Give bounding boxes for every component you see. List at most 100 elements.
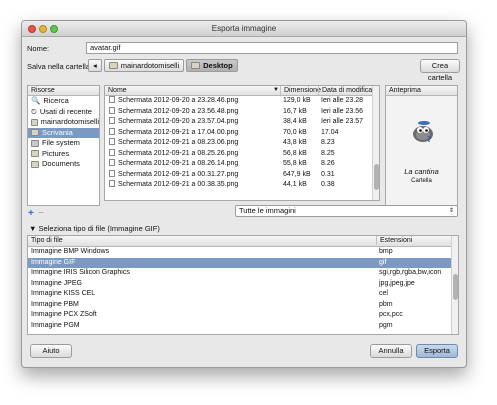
place-recent[interactable]: ⏲ Usati di recente xyxy=(28,107,99,118)
place-desktop[interactable]: Scrivania xyxy=(28,127,99,138)
path-back-button[interactable]: ◂ xyxy=(88,59,102,72)
filetype-name: Immagine GIF xyxy=(31,258,76,266)
filetype-row[interactable]: Immagine BMP Windows bmp xyxy=(28,247,458,258)
remove-place-button[interactable]: − xyxy=(38,208,44,219)
path-crumb-label: Desktop xyxy=(203,61,233,70)
gimp-logo-icon: ? xyxy=(410,120,436,144)
column-date[interactable]: Data di modifica xyxy=(318,86,372,95)
place-label: Documents xyxy=(42,159,80,169)
filetype-list: Tipo di file Estensioni Immagine BMP Win… xyxy=(27,235,459,335)
file-size: 647,9 kB xyxy=(283,170,311,178)
desktop-folder-icon xyxy=(31,129,39,137)
filetype-name: Immagine PGM xyxy=(31,321,80,329)
close-window-button[interactable] xyxy=(28,25,36,33)
file-name: Schermata 2012-09-21 a 08.23.06.png xyxy=(118,139,239,146)
image-file-icon xyxy=(109,96,115,103)
column-filetype[interactable]: Tipo di file xyxy=(28,236,63,245)
filetype-row-selected[interactable]: Immagine GIF gif xyxy=(28,257,458,268)
file-row[interactable]: Schermata 2012-09-20 a 23.57.04.png 38,4 … xyxy=(105,117,379,128)
place-home[interactable]: mainardotomiselli xyxy=(28,117,99,128)
filetype-name: Immagine BMP Windows xyxy=(31,248,110,255)
file-row[interactable]: Schermata 2012-09-20 a 23.28.46.png 129,0… xyxy=(105,96,379,107)
path-crumb-home[interactable]: mainardotomiselli xyxy=(103,59,185,72)
filetype-row[interactable]: Immagine JPEG jpg,jpeg,jpe xyxy=(28,279,458,290)
file-list-header: Nome ▼ Dimensione Data di modifica xyxy=(105,86,379,96)
filetype-ext: sgi,rgb,rgba,bw,icon xyxy=(379,269,442,276)
file-row[interactable]: Schermata 2012-09-21 a 08.25.26.png 56,8 … xyxy=(105,148,379,160)
triangle-left-icon: ◂ xyxy=(93,61,97,70)
file-row[interactable]: Schermata 2012-09-21 a 08.23.06.png 43,8 … xyxy=(105,138,379,149)
filetype-ext: cel xyxy=(379,290,388,297)
filetype-row[interactable]: Immagine PCX ZSoft pcx,pcc xyxy=(28,310,458,321)
filetype-toggle[interactable]: ▼ Seleziona tipo di file (Immagine GIF) xyxy=(29,224,160,233)
column-size[interactable]: Dimensione xyxy=(280,86,321,95)
filetype-ext: bmp xyxy=(379,248,393,255)
column-name[interactable]: Nome xyxy=(105,86,127,95)
filetype-ext: pbm xyxy=(379,300,393,308)
place-documents[interactable]: Documents xyxy=(28,159,99,170)
filetype-name: Immagine JPEG xyxy=(31,279,82,287)
scroll-thumb[interactable] xyxy=(453,274,458,300)
file-row[interactable]: Schermata 2012-09-21 a 08.26.14.png 55,8 … xyxy=(105,159,379,170)
filetype-scrollbar[interactable] xyxy=(451,236,458,334)
create-folder-button[interactable]: Crea cartella xyxy=(420,59,460,82)
filetype-row[interactable]: Immagine PGM pgm xyxy=(28,321,458,332)
file-list: Nome ▼ Dimensione Data di modifica Scher… xyxy=(104,85,380,201)
help-button[interactable]: Aiuto xyxy=(30,344,72,358)
svg-text:?: ? xyxy=(427,135,432,144)
preview-pane: Anteprima ? La cantina Cartella xyxy=(385,85,458,206)
file-name: Schermata 2012-09-21 a 00.31.27.png xyxy=(118,170,239,178)
file-size: 44,1 kB xyxy=(283,181,307,188)
sort-down-icon: ▼ xyxy=(273,87,279,93)
filetype-toggle-label: Seleziona tipo di file (Immagine GIF) xyxy=(38,224,160,233)
filetype-ext: jpg,jpeg,jpe xyxy=(379,279,415,287)
place-label: File system xyxy=(42,138,80,148)
file-row[interactable]: Schermata 2012-09-20 a 23.56.48.png 16,7 … xyxy=(105,106,379,118)
folder-icon xyxy=(191,62,201,69)
file-name: Schermata 2012-09-21 a 17.04.00.png xyxy=(118,128,239,136)
filetype-name: Immagine IRIS Silicon Graphics xyxy=(31,269,130,276)
add-place-button[interactable]: + xyxy=(28,208,34,219)
image-filter-select[interactable]: Tutte le immagini ⇕ xyxy=(235,205,458,217)
file-size: 129,0 kB xyxy=(283,97,311,104)
filetype-row[interactable]: Immagine PBM pbm xyxy=(28,300,458,311)
place-search[interactable]: 🔍 Ricerca xyxy=(28,96,99,107)
place-label: mainardotomiselli xyxy=(40,117,99,127)
filetype-row[interactable]: Immagine IRIS Silicon Graphics sgi,rgb,rg… xyxy=(28,268,458,279)
file-list-scrollbar[interactable] xyxy=(372,86,379,200)
zoom-window-button[interactable] xyxy=(50,25,58,33)
column-extensions[interactable]: Estensioni xyxy=(376,236,412,245)
image-file-icon xyxy=(109,138,115,145)
recent-icon: ⏲ xyxy=(31,106,37,116)
file-name: Schermata 2012-09-20 a 23.56.48.png xyxy=(118,107,239,115)
file-row[interactable]: Schermata 2012-09-21 a 00.31.27.png 647,9… xyxy=(105,169,379,181)
export-button[interactable]: Esporta xyxy=(416,344,458,358)
disk-icon xyxy=(31,139,39,147)
file-size: 56,8 kB xyxy=(283,149,307,157)
filetype-row[interactable]: Immagine KISS CEL cel xyxy=(28,289,458,300)
file-date: 8.23 xyxy=(321,139,335,146)
export-image-dialog: Esporta immagine Nome: avatar.gif Salva … xyxy=(21,20,467,368)
file-name: Schermata 2012-09-21 a 08.26.14.png xyxy=(118,160,239,167)
filetype-header: Tipo di file Estensioni xyxy=(28,236,458,247)
path-crumb-desktop[interactable]: Desktop xyxy=(186,59,238,72)
file-row[interactable]: Schermata 2012-09-21 a 17.04.00.png 70,0 … xyxy=(105,127,379,139)
filename-input[interactable]: avatar.gif xyxy=(86,42,458,54)
filetype-ext: gif xyxy=(379,258,387,266)
filetype-name: Immagine PBM xyxy=(31,300,79,308)
file-date: Ieri alle 23.57 xyxy=(321,118,364,125)
image-file-icon xyxy=(109,117,115,124)
cancel-button[interactable]: Annulla xyxy=(370,344,412,358)
filetype-ext: pcx,pcc xyxy=(379,311,403,318)
place-label: Pictures xyxy=(42,148,70,158)
scroll-thumb[interactable] xyxy=(374,164,379,190)
place-filesystem[interactable]: File system xyxy=(28,138,99,149)
place-pictures[interactable]: Pictures xyxy=(28,149,99,160)
file-row[interactable]: Schermata 2012-09-21 a 00.38.35.png 44,1 … xyxy=(105,180,379,191)
file-name: Schermata 2012-09-20 a 23.28.46.png xyxy=(118,97,239,104)
place-label: Scrivania xyxy=(42,127,73,137)
preview-title: La cantina xyxy=(404,167,439,176)
minimize-window-button[interactable] xyxy=(39,25,47,33)
places-pane: Risorse 🔍 Ricerca ⏲ Usati di recente maina… xyxy=(27,85,100,206)
place-label: Usati di recente xyxy=(39,106,92,116)
